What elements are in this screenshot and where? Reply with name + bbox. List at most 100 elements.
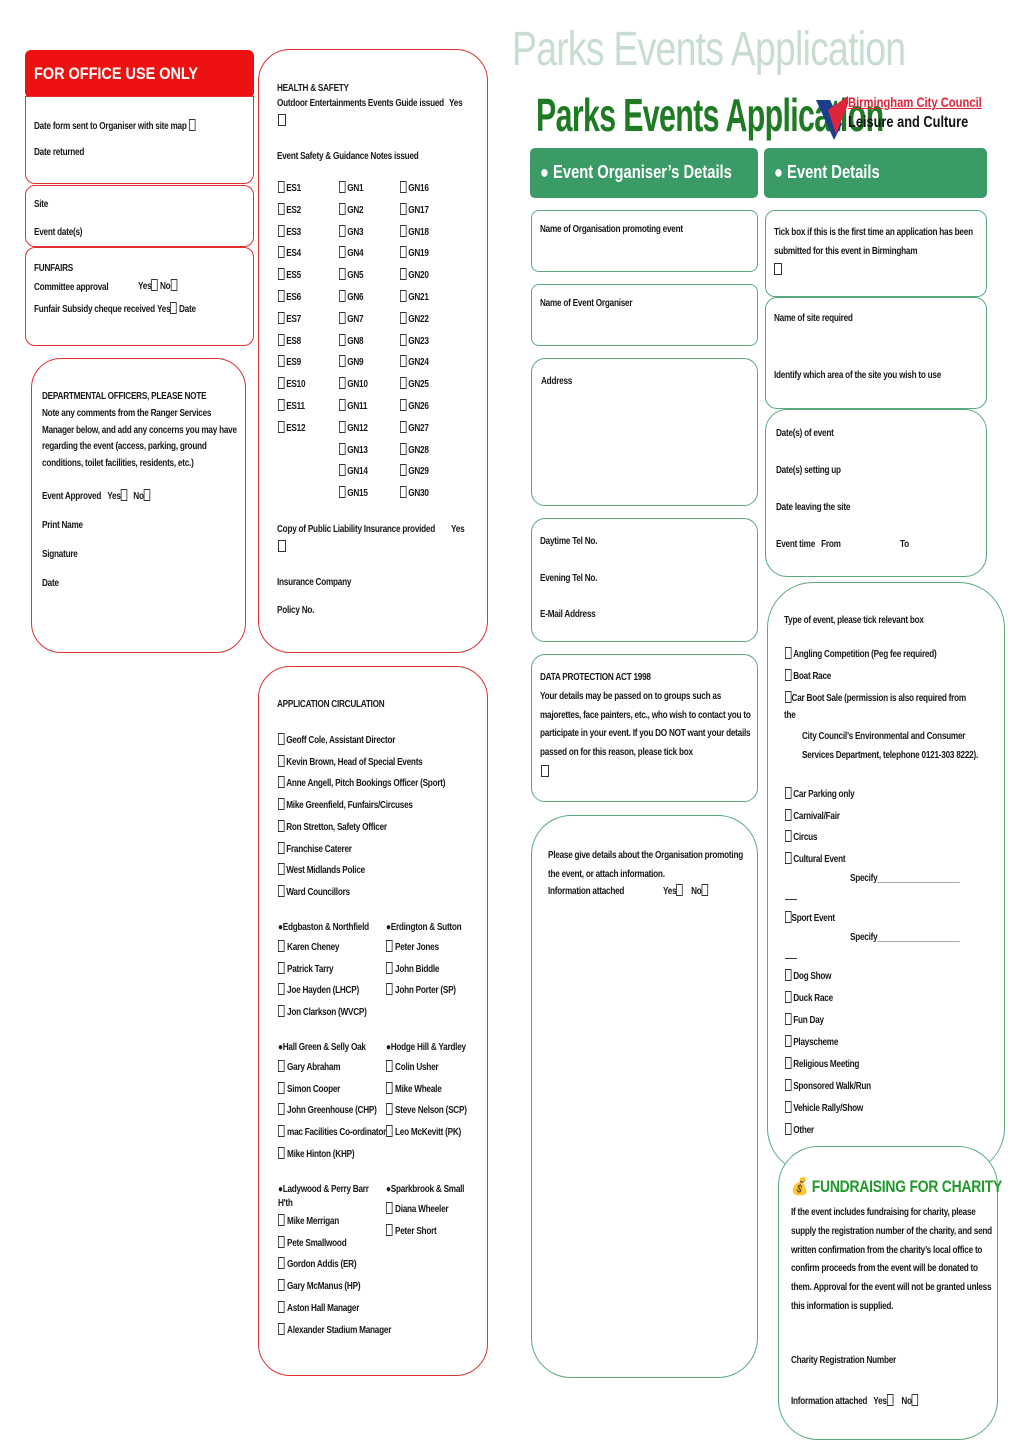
event-type-checkbox[interactable]: [785, 787, 792, 799]
event-type-checkbox[interactable]: [785, 808, 792, 821]
charity-no-checkbox[interactable]: [911, 1394, 919, 1406]
circulation-checkbox[interactable]: [278, 884, 285, 897]
circulation-person-checkbox[interactable]: [386, 983, 393, 996]
circulation-person-checkbox[interactable]: [386, 1081, 393, 1094]
es-checkbox[interactable]: [278, 333, 285, 346]
address-box[interactable]: Address: [531, 358, 758, 506]
circulation-person-checkbox[interactable]: [278, 1257, 285, 1270]
circulation-person-checkbox[interactable]: [386, 1060, 393, 1072]
gn-checkbox[interactable]: [400, 355, 407, 368]
gn-checkbox[interactable]: [339, 486, 346, 499]
circulation-person-checkbox[interactable]: [278, 1322, 285, 1335]
circulation-checkbox[interactable]: [278, 776, 285, 789]
circulation-checkbox[interactable]: [278, 733, 285, 745]
gn-checkbox[interactable]: [400, 464, 407, 477]
gn-checkbox[interactable]: [400, 268, 407, 281]
gn-checkbox[interactable]: [339, 224, 346, 237]
event-type-checkbox[interactable]: [785, 1079, 792, 1091]
es-checkbox[interactable]: [278, 399, 285, 411]
es-checkbox[interactable]: [278, 224, 285, 237]
circulation-person-checkbox[interactable]: [278, 1103, 285, 1116]
event-type-checkbox[interactable]: [785, 668, 792, 681]
es-checkbox[interactable]: [278, 246, 285, 259]
approved-no-checkbox[interactable]: [143, 489, 151, 501]
event-type-checkbox[interactable]: [785, 647, 792, 659]
circulation-person-checkbox[interactable]: [278, 1060, 285, 1072]
gn-checkbox[interactable]: [400, 181, 407, 193]
circulation-person-checkbox[interactable]: [278, 1300, 285, 1313]
event-type-checkbox[interactable]: [785, 830, 792, 842]
org-name-box[interactable]: Name of Organisation promoting event: [531, 210, 758, 272]
circulation-person-checkbox[interactable]: [386, 1202, 393, 1214]
gn-checkbox[interactable]: [400, 420, 407, 433]
event-type-checkbox[interactable]: [785, 1123, 792, 1135]
gn-checkbox[interactable]: [339, 202, 346, 215]
event-type-checkbox[interactable]: [785, 969, 792, 981]
es-checkbox[interactable]: [278, 202, 285, 215]
org-info-yes-checkbox[interactable]: [676, 884, 683, 896]
insurance-yes-checkbox[interactable]: [278, 540, 286, 552]
es-checkbox[interactable]: [278, 268, 285, 281]
es-checkbox[interactable]: [278, 355, 285, 368]
gn-checkbox[interactable]: [400, 333, 407, 346]
approved-yes-checkbox[interactable]: [120, 489, 128, 501]
org-details-box[interactable]: Please give details about the Organisati…: [531, 815, 758, 1378]
gn-checkbox[interactable]: [339, 377, 346, 390]
gn-checkbox[interactable]: [339, 399, 346, 411]
gn-checkbox[interactable]: [339, 181, 346, 193]
gn-checkbox[interactable]: [339, 311, 346, 324]
gn-checkbox[interactable]: [400, 246, 407, 259]
gn-checkbox[interactable]: [400, 377, 407, 390]
charity-yes-checkbox[interactable]: [886, 1394, 894, 1406]
es-checkbox[interactable]: [278, 290, 285, 302]
circulation-person-checkbox[interactable]: [386, 961, 393, 974]
gn-checkbox[interactable]: [339, 246, 346, 259]
gn-checkbox[interactable]: [400, 224, 407, 237]
gn-checkbox[interactable]: [339, 290, 346, 302]
event-type-checkbox[interactable]: [785, 991, 792, 1003]
organiser-name-box[interactable]: Name of Event Organiser: [531, 284, 758, 346]
dpa-opt-out-checkbox[interactable]: [541, 765, 549, 777]
circulation-checkbox[interactable]: [278, 841, 285, 854]
committee-no-checkbox[interactable]: [170, 279, 178, 291]
circulation-person-checkbox[interactable]: [386, 940, 393, 952]
gn-checkbox[interactable]: [400, 202, 407, 215]
first-time-checkbox[interactable]: [774, 263, 782, 275]
event-type-checkbox[interactable]: [785, 851, 792, 864]
gn-checkbox[interactable]: [339, 268, 346, 281]
circulation-person-checkbox[interactable]: [386, 1125, 393, 1138]
gn-checkbox[interactable]: [339, 333, 346, 346]
gn-checkbox[interactable]: [400, 442, 407, 455]
gn-checkbox[interactable]: [400, 399, 407, 411]
circulation-person-checkbox[interactable]: [278, 940, 285, 952]
circulation-person-checkbox[interactable]: [278, 1279, 285, 1292]
circulation-checkbox[interactable]: [278, 754, 285, 767]
site-box[interactable]: Name of site required Identify which are…: [765, 297, 987, 409]
guide-yes-checkbox[interactable]: [278, 114, 286, 126]
circulation-person-checkbox[interactable]: [386, 1103, 393, 1116]
gn-checkbox[interactable]: [339, 442, 346, 455]
committee-yes-checkbox[interactable]: [151, 279, 158, 291]
circulation-checkbox[interactable]: [278, 819, 285, 832]
gn-checkbox[interactable]: [339, 420, 346, 433]
event-type-checkbox[interactable]: [785, 1035, 792, 1047]
es-checkbox[interactable]: [278, 181, 285, 193]
gn-checkbox[interactable]: [400, 486, 407, 499]
subsidy-yes-checkbox[interactable]: [170, 302, 177, 314]
gn-checkbox[interactable]: [400, 290, 407, 302]
circulation-person-checkbox[interactable]: [278, 1125, 285, 1138]
circulation-person-checkbox[interactable]: [386, 1223, 393, 1236]
circulation-checkbox[interactable]: [278, 863, 285, 876]
circulation-person-checkbox[interactable]: [278, 1081, 285, 1094]
gn-checkbox[interactable]: [339, 355, 346, 368]
circulation-person-checkbox[interactable]: [278, 961, 285, 974]
circulation-person-checkbox[interactable]: [278, 1214, 285, 1226]
gn-checkbox[interactable]: [339, 464, 346, 477]
circulation-person-checkbox[interactable]: [278, 983, 285, 996]
es-checkbox[interactable]: [278, 420, 285, 433]
date-sent-checkbox[interactable]: [188, 119, 196, 131]
gn-checkbox[interactable]: [400, 311, 407, 324]
es-checkbox[interactable]: [278, 311, 285, 324]
es-checkbox[interactable]: [278, 377, 285, 390]
event-type-checkbox[interactable]: [785, 1057, 792, 1069]
